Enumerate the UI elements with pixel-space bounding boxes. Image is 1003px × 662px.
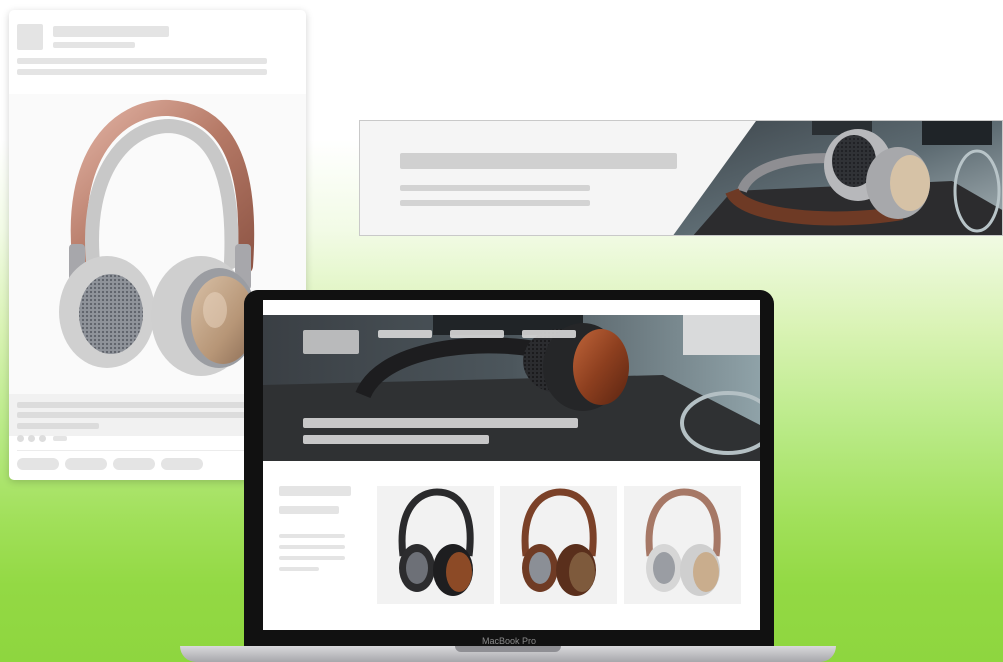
action-button-placeholder[interactable] [17,458,59,470]
reaction-dot[interactable] [39,435,46,442]
headphones-brown-image [521,488,597,596]
hero-nav-placeholder[interactable] [522,330,576,338]
action-button-placeholder[interactable] [161,458,203,470]
action-button-placeholder[interactable] [113,458,155,470]
sidebar-title-placeholder [279,486,351,496]
hero-overlay-block [303,330,359,354]
divider [17,450,279,451]
hero-headline-placeholder [303,418,578,428]
post-author-placeholder [53,26,169,37]
headphones-white-image [645,488,721,596]
laptop-brand-label: MacBook Pro [481,636,537,646]
action-button-placeholder[interactable] [65,458,107,470]
banner-subtext-line-1 [400,185,590,191]
avatar-placeholder [17,24,43,50]
banner-ad [359,120,1003,236]
product-thumb-white[interactable] [624,486,741,604]
sidebar-text-line [279,545,345,549]
banner-headphones-photo [673,121,1002,235]
product-thumb-brown[interactable] [500,486,617,604]
hero-nav-placeholder[interactable] [378,330,432,338]
sidebar-text-line [279,534,345,538]
caption-line-1 [17,402,267,408]
reaction-dot[interactable] [28,435,35,442]
hero-nav-placeholder[interactable] [450,330,504,338]
reaction-count-placeholder [53,436,67,441]
banner-headline-placeholder [400,153,677,169]
sidebar-text-line [279,567,319,571]
laptop-notch [455,646,561,652]
reaction-dot[interactable] [17,435,24,442]
post-text-line-1 [17,58,267,64]
product-thumb-black[interactable] [377,486,494,604]
caption-line-2 [17,412,267,418]
post-date-placeholder [53,42,135,48]
post-text-line-2 [17,69,267,75]
banner-subtext-line-2 [400,200,590,206]
sidebar-text-line [279,556,345,560]
caption-line-3 [17,423,99,429]
sidebar-subtitle-placeholder [279,506,339,514]
headphones-black-image [398,488,474,596]
hero-subtext-placeholder [303,435,489,444]
